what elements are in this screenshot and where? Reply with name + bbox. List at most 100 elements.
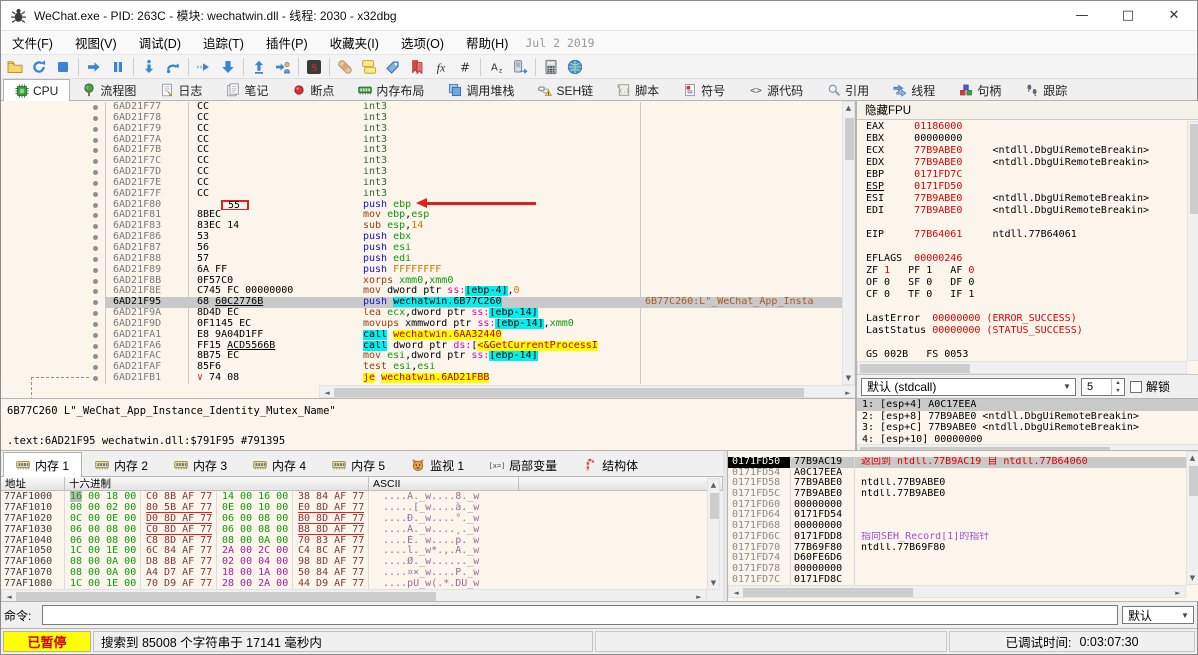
hide-fpu-button[interactable]: 隐藏FPU <box>857 101 1198 120</box>
argument-row[interactable]: 2: [esp+8] 77B9ABE0 <ntdll.DbgUiRemoteBr… <box>857 411 1198 423</box>
registers-horizontal-scrollbar[interactable] <box>857 361 1187 374</box>
globe-button[interactable] <box>563 56 587 78</box>
scroll-down-icon[interactable]: ▼ <box>843 374 854 382</box>
tab-引用[interactable]: 引用 <box>815 79 881 100</box>
patches-button[interactable] <box>333 56 357 78</box>
stack-horizontal-scrollbar[interactable]: ◄ ► <box>728 585 1186 598</box>
disasm-vertical-scrollbar[interactable]: ▲ ▼ <box>842 101 855 385</box>
register-row[interactable]: GS 002B FS 0053 <box>857 349 1187 361</box>
run-button[interactable] <box>82 56 106 78</box>
menu-item[interactable]: 帮助(H) <box>455 29 519 56</box>
tab-内存 1[interactable]: 内存 1 <box>3 452 83 477</box>
scroll-left-icon[interactable]: ◄ <box>4 593 14 601</box>
stack-row[interactable]: 0171FD68 00000000 <box>728 521 1186 532</box>
tab-CPU[interactable]: CPU <box>3 79 71 101</box>
menu-item[interactable]: 收藏夹(I) <box>319 29 390 56</box>
breakpoint-dot[interactable] <box>87 178 105 189</box>
tab-调用堆栈[interactable]: 调用堆栈 <box>436 79 526 100</box>
scylla-button[interactable]: S <box>302 56 326 78</box>
step-into-button[interactable] <box>137 56 161 78</box>
memory-rows[interactable]: 77AF1000 16 00 18 00 C0 8B AF 77 14 00 16 0… <box>1 491 707 589</box>
command-input[interactable] <box>42 605 1118 625</box>
arguments-panel[interactable]: 1: [esp+4] A0C17EEA 2: [esp+8] 77B9ABE0 <… <box>857 398 1198 456</box>
breakpoint-dot[interactable] <box>87 330 105 341</box>
disasm-horizontal-scrollbar[interactable]: ◄ ► <box>319 385 855 398</box>
disasm-row[interactable]: 6AD21FA1 E8 9A04D1FF call wechatwin.6AA324… <box>1 329 843 341</box>
disasm-row[interactable]: 6AD21FB1 ∨ 74 08 je wechatwin.6AD21FBB <box>1 373 843 384</box>
stack-row[interactable]: 0171FD74 D60FE6D6 <box>728 553 1186 564</box>
disasm-row[interactable]: 6AD21F8B 0F57C0 xorps xmm0,xmm0 <box>1 275 843 287</box>
register-row[interactable]: EDI 77B9ABE0 <ntdll.DbgUiRemoteBreakin> <box>857 205 1187 217</box>
register-row[interactable]: ESI 77B9ABE0 <ntdll.DbgUiRemoteBreakin> <box>857 193 1187 205</box>
register-row[interactable]: EIP 77B64061 ntdll.77B64061 <box>857 229 1187 241</box>
stack-row[interactable]: 0171FD78 00000000 <box>728 563 1186 575</box>
calling-convention-select[interactable]: 默认 (stdcall) ▼ <box>861 377 1076 396</box>
disasm-row[interactable]: 6AD21F87 56 push esi <box>1 242 843 254</box>
disasm-row[interactable]: 6AD21F88 57 push edi <box>1 253 843 265</box>
comments-button[interactable] <box>357 56 381 78</box>
stack-row[interactable]: 0171FD54 A0C17EEA <box>728 467 1186 479</box>
breakpoint-dot[interactable] <box>87 362 105 373</box>
breakpoint-dot[interactable] <box>87 221 105 232</box>
breakpoint-dot[interactable] <box>87 124 105 135</box>
breakpoint-dot[interactable] <box>87 145 105 156</box>
tab-内存 4[interactable]: 内存 4 <box>240 453 319 476</box>
stack-row[interactable]: 0171FD7C 0171FD8C <box>728 574 1186 586</box>
tab-局部变量[interactable]: [x=] 局部变量 <box>477 453 570 476</box>
disasm-row[interactable]: 6AD21F7C CC int3 <box>1 156 843 168</box>
tab-日志[interactable]: 日志 <box>148 79 214 100</box>
scroll-thumb[interactable] <box>710 493 719 519</box>
stack-row[interactable]: 0171FD64 0171FD54 <box>728 510 1186 522</box>
scroll-up-icon[interactable]: ▲ <box>1187 454 1198 462</box>
scroll-down-icon[interactable]: ▼ <box>1187 574 1198 582</box>
column-header-address[interactable]: 地址 <box>1 477 65 490</box>
scroll-left-icon[interactable]: ◄ <box>322 389 332 397</box>
disasm-row[interactable]: 6AD21F7D CC int3 <box>1 167 843 178</box>
stack-row[interactable]: 0171FD6C 0171FDD8 指向SEH_Record[1]的指针 <box>728 531 1186 543</box>
labels-button[interactable] <box>381 56 405 78</box>
breakpoint-dot[interactable] <box>87 189 105 200</box>
scroll-thumb[interactable] <box>16 592 436 601</box>
scroll-thumb[interactable] <box>860 364 970 373</box>
memory-row[interactable]: 77AF1030 06 00 08 00 C0 8D AF 77 06 00 08 0… <box>1 523 707 535</box>
register-row[interactable]: EAX 01186000 <box>857 121 1187 133</box>
register-row[interactable] <box>857 301 1187 313</box>
command-profile-select[interactable]: 默认 ▼ <box>1122 606 1194 624</box>
pause-button[interactable] <box>106 56 130 78</box>
stack-row[interactable]: 0171FD5C 77B9ABE0 ntdll.77B9ABE0 <box>728 489 1186 500</box>
argument-count-stepper[interactable]: 5 ▲ ▼ <box>1081 377 1125 396</box>
disasm-row[interactable]: 6AD21F89 6A FF push FFFFFFFF <box>1 264 843 276</box>
disasm-row[interactable]: 6AD21F7E CC int3 <box>1 177 843 189</box>
breakpoint-dot[interactable] <box>87 297 105 308</box>
breakpoint-dot[interactable] <box>87 286 105 297</box>
breakpoint-dot[interactable] <box>87 167 105 178</box>
memory-row[interactable]: 77AF1040 06 00 08 00 C8 8D AF 77 08 00 0A 0… <box>1 534 707 546</box>
register-row[interactable]: EBX 00000000 <box>857 133 1187 145</box>
scroll-thumb[interactable] <box>845 118 854 160</box>
breakpoint-dot[interactable] <box>87 113 105 124</box>
register-row[interactable] <box>857 217 1187 229</box>
tab-源代码[interactable]: <> 源代码 <box>737 79 815 100</box>
stepper-arrows-icon[interactable]: ▲ ▼ <box>1111 378 1124 395</box>
memory-vertical-scrollbar[interactable]: ▲ ▼ <box>707 478 720 590</box>
disasm-row[interactable]: 6AD21F81 8BEC mov ebp,esp <box>1 210 843 222</box>
step-over-button[interactable] <box>161 56 185 78</box>
memory-row[interactable]: 77AF1000 16 00 18 00 C0 8B AF 77 14 00 16 0… <box>1 491 707 502</box>
breakpoint-dot[interactable] <box>87 265 105 276</box>
stack-vertical-scrollbar[interactable]: ▲ ▼ <box>1186 451 1198 585</box>
scroll-thumb[interactable] <box>1189 466 1198 496</box>
trace-button[interactable] <box>192 56 216 78</box>
menu-item[interactable]: 调试(D) <box>128 29 192 56</box>
close-button[interactable]: ✕ <box>1151 1 1197 31</box>
hash-button[interactable]: # <box>453 56 477 78</box>
breakpoint-dot[interactable] <box>87 135 105 146</box>
memory-row[interactable]: 77AF1010 00 00 02 00 80 5B AF 77 0E 00 10 0… <box>1 501 707 513</box>
disasm-row[interactable]: 6AD21F86 53 push ebx <box>1 232 843 243</box>
scroll-right-icon[interactable]: ► <box>1173 589 1183 597</box>
disasm-row[interactable]: 6AD21FA6 FF15 ACD5566B call dword ptr ds:[… <box>1 340 843 352</box>
breakpoint-dot[interactable] <box>87 319 105 330</box>
scroll-left-icon[interactable]: ◄ <box>731 589 741 597</box>
disasm-row[interactable]: 6AD21F77 CC int3 <box>1 102 843 113</box>
scroll-thumb[interactable] <box>743 588 913 597</box>
breakpoint-dot[interactable] <box>87 373 105 384</box>
